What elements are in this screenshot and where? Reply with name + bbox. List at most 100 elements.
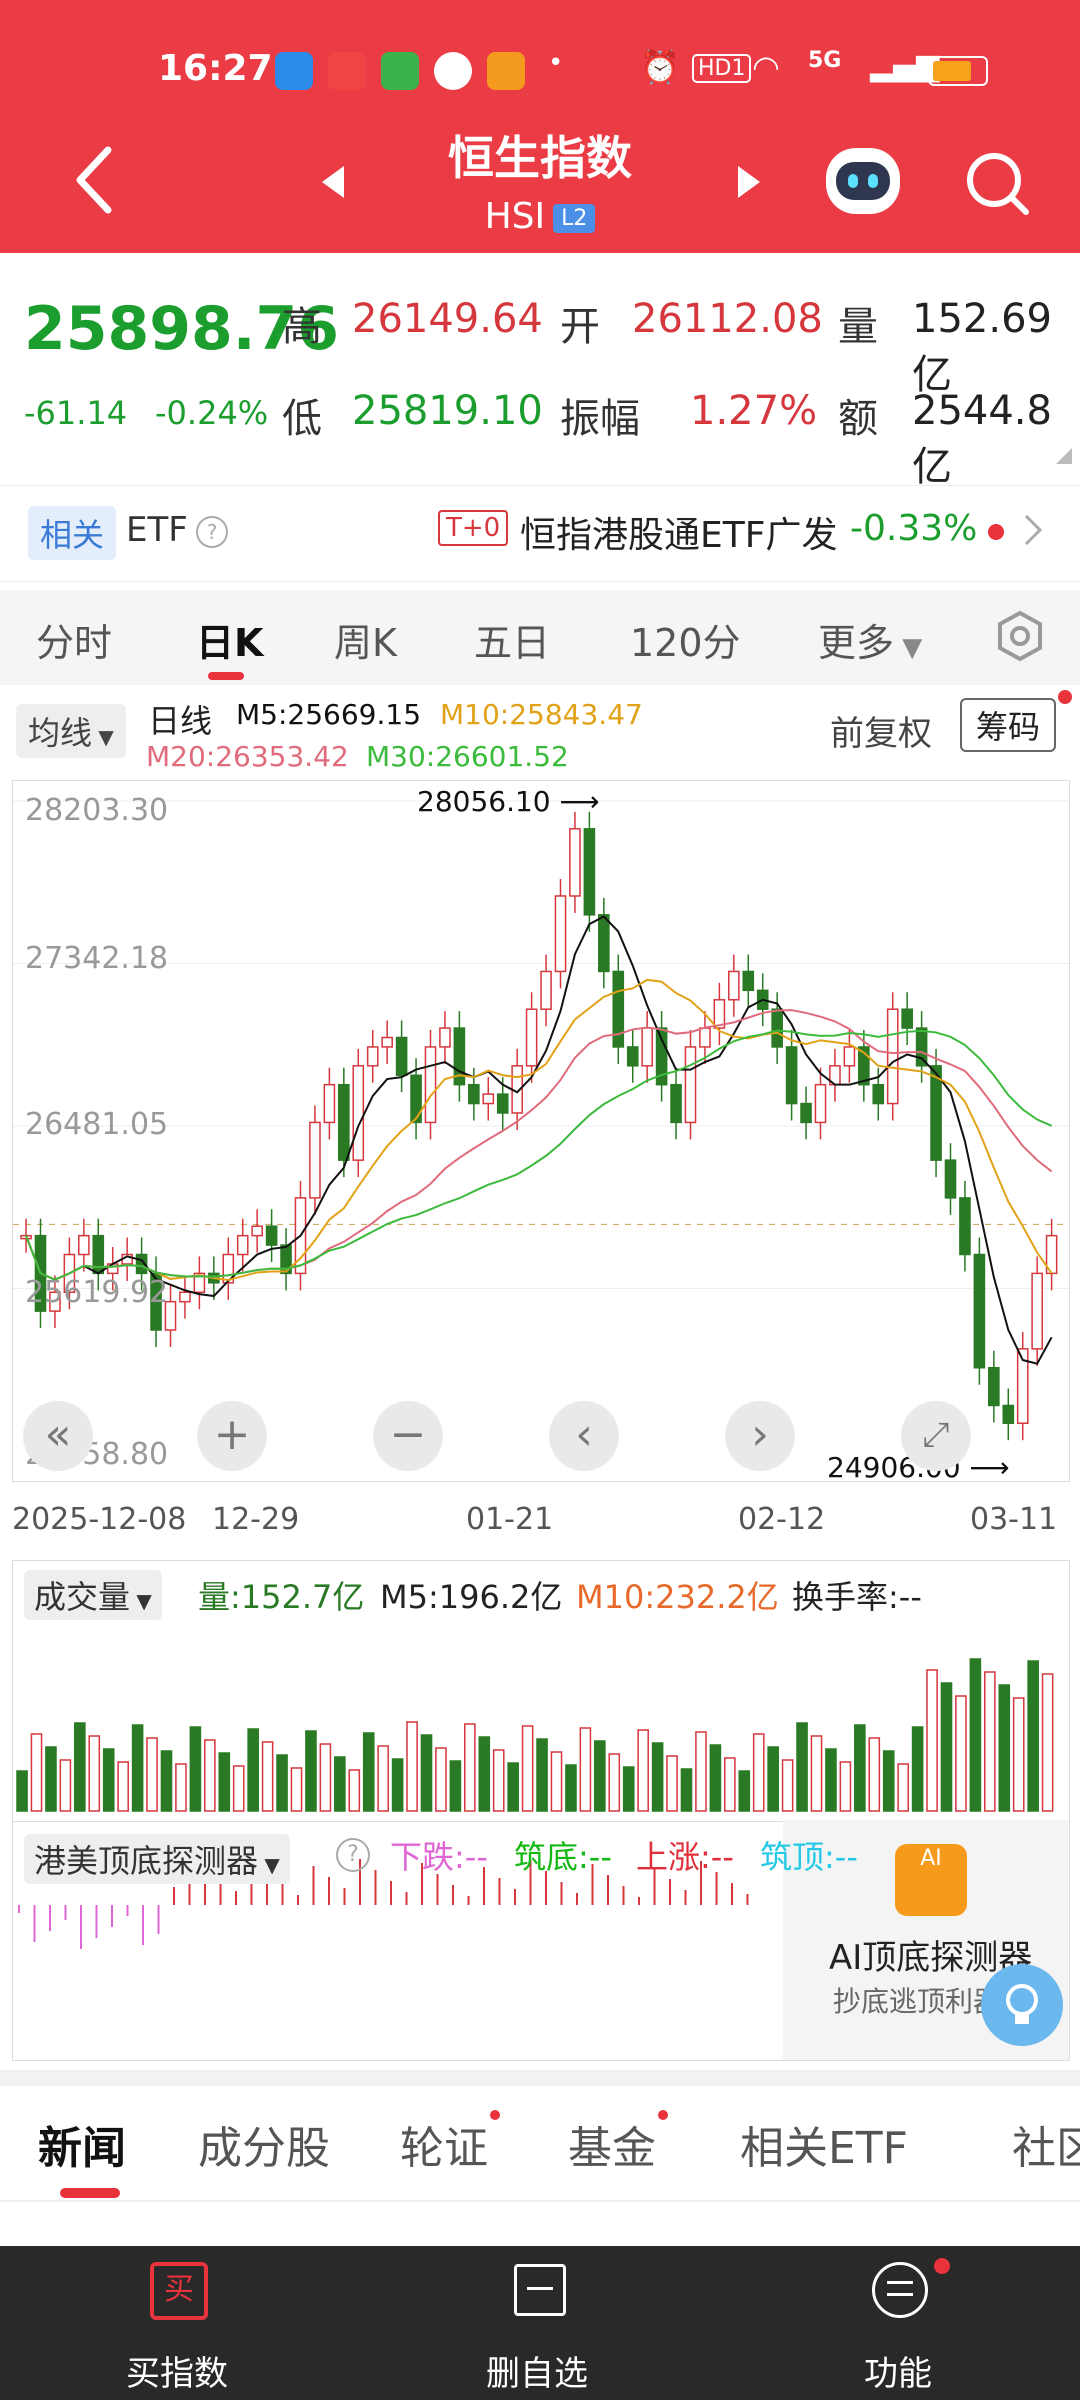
related-etf-bar[interactable]: 相关 ETF ? T+0 恒指港股通ETF广发 -0.33% — [0, 485, 1080, 582]
volume-bar — [637, 1729, 649, 1812]
volume-bar — [478, 1736, 491, 1812]
volume-bar — [565, 1764, 577, 1812]
volume-bar — [839, 1761, 852, 1812]
candle-body — [439, 1027, 451, 1048]
volume-label: 量 — [838, 304, 878, 350]
tab-warrants[interactable]: 轮证 — [400, 2112, 488, 2176]
candle-body — [915, 1027, 928, 1067]
scroll-left-icon[interactable]: ‹ — [549, 1401, 619, 1471]
wifi-icon: ◠ — [752, 48, 780, 86]
tab-weekly-k[interactable]: 周K — [334, 612, 397, 667]
volume-bar — [825, 1748, 837, 1812]
volume-bar — [102, 1748, 115, 1812]
scroll-right-icon[interactable]: › — [725, 1401, 795, 1471]
remove-watchlist-icon — [514, 2264, 566, 2316]
battery-icon — [928, 56, 988, 86]
candle-body — [641, 1027, 653, 1067]
high-marker: 28056.10 ⟶ — [417, 785, 600, 818]
candle-body — [323, 1083, 336, 1124]
expand-corner-icon[interactable] — [1056, 448, 1072, 464]
volume-bar — [1041, 1673, 1054, 1812]
high-value: 26149.64 — [352, 296, 543, 342]
volume-bar — [464, 1723, 476, 1812]
help-icon[interactable]: ? — [336, 1838, 370, 1872]
tab-five-day[interactable]: 五日 — [474, 612, 550, 667]
candle-body — [901, 1008, 913, 1029]
adjust-mode[interactable]: 前复权 — [830, 706, 932, 755]
section-divider — [0, 2070, 1080, 2086]
tab-community-clip: 社区 — [1012, 2112, 1080, 2172]
candle-body — [265, 1225, 278, 1246]
chips-button[interactable]: 筹码 — [960, 698, 1057, 752]
volume-bar — [305, 1730, 317, 1812]
zoom-in-icon[interactable]: + — [197, 1401, 267, 1471]
up-status: 上涨:-- — [636, 1838, 734, 1876]
tab-news[interactable]: 新闻 — [38, 2112, 126, 2176]
arrow-right-icon: ⟶ — [559, 785, 600, 818]
amount-label: 额 — [838, 396, 878, 442]
help-icon[interactable]: ? — [196, 516, 228, 548]
volume-bar — [1027, 1660, 1039, 1812]
candle-body — [569, 828, 581, 897]
volume-bar — [30, 1733, 43, 1812]
next-stock-icon[interactable] — [734, 162, 764, 202]
scroll-to-start-icon[interactable]: « — [23, 1401, 93, 1471]
tab-daily-k[interactable]: 日K — [196, 612, 263, 667]
ma-selector-label: 均线 — [28, 714, 93, 752]
top-status: 筑顶:-- — [760, 1838, 858, 1876]
ma-selector[interactable]: 均线 ▼ — [16, 704, 126, 758]
settings-icon[interactable] — [994, 610, 1046, 666]
etf-fund-name: 恒指港股通ETF广发 — [520, 515, 838, 556]
app-notification-icon — [275, 52, 313, 90]
price-change: -61.14 — [24, 394, 128, 432]
candle-body — [814, 1083, 827, 1124]
volume-chart[interactable] — [12, 1560, 1070, 1822]
candle-body — [959, 1197, 971, 1256]
candle-body — [424, 1046, 437, 1124]
volume-bar — [608, 1753, 621, 1812]
volume-bar — [117, 1761, 129, 1812]
level-badge: L2 — [553, 203, 596, 233]
page-subtitle: HSI L2 — [0, 196, 1080, 237]
x-tick-label: 01-21 — [466, 1502, 554, 1537]
buy-index-button[interactable]: 买指数 — [126, 2346, 228, 2395]
fullscreen-icon[interactable]: ⤢ — [901, 1401, 971, 1471]
menu-icon — [872, 2262, 928, 2318]
tab-funds[interactable]: 基金 — [568, 2112, 656, 2176]
robot-assistant-icon[interactable] — [826, 148, 900, 214]
tab-related-etf[interactable]: 相关ETF — [740, 2112, 908, 2176]
candlestick-chart[interactable]: 28203.30 27342.18 26481.05 25619.92 2475… — [12, 780, 1070, 1484]
functions-button[interactable]: 功能 — [864, 2346, 932, 2395]
tab-constituents[interactable]: 成分股 — [198, 2112, 330, 2176]
candle-body — [236, 1234, 249, 1256]
low-label: 低 — [282, 396, 322, 442]
candle-body — [251, 1225, 263, 1237]
volume-bar — [247, 1728, 259, 1812]
chevron-right-icon[interactable] — [1022, 510, 1046, 554]
volume-bar — [998, 1684, 1011, 1812]
high-label: 高 — [282, 304, 322, 350]
lightbulb-icon[interactable] — [981, 1964, 1063, 2046]
ticker-code: HSI — [484, 196, 546, 237]
t0-badge: T+0 — [438, 510, 509, 546]
detector-selector[interactable]: 港美顶底探测器 ▼ — [24, 1834, 290, 1884]
live-dot-icon — [988, 524, 1004, 540]
volume-bar — [594, 1740, 606, 1812]
tab-120min[interactable]: 120分 — [630, 612, 741, 667]
etf-fund-change: -0.33% — [850, 508, 978, 549]
notification-dot — [490, 2110, 500, 2120]
search-icon[interactable] — [962, 148, 1032, 218]
candle-body — [742, 970, 755, 992]
volume-bar — [276, 1754, 288, 1812]
tab-community[interactable]: 社区 — [1012, 2112, 1080, 2172]
tab-intraday[interactable]: 分时 — [36, 612, 112, 667]
candle-body — [366, 1046, 379, 1067]
volume-bar — [882, 1750, 895, 1812]
reader-app-icon — [487, 52, 525, 90]
volume-bar — [897, 1763, 909, 1812]
candle-body — [872, 1083, 885, 1105]
tab-more[interactable]: 更多 ▼ — [818, 612, 922, 667]
zoom-out-icon[interactable]: − — [373, 1401, 443, 1471]
candle-body — [785, 1046, 798, 1105]
remove-watchlist-button[interactable]: 删自选 — [486, 2346, 588, 2395]
